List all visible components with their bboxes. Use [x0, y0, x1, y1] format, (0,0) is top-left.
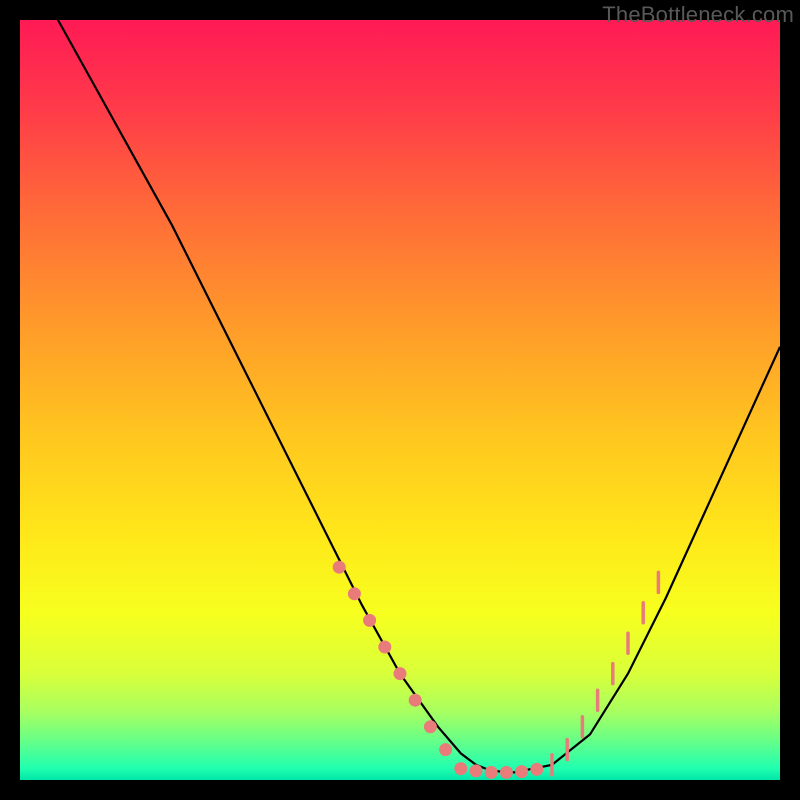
marker-dot: [454, 762, 467, 775]
marker-dot: [530, 763, 543, 776]
chart-frame: [20, 20, 780, 780]
marker-dot: [470, 764, 483, 777]
marker-dot: [409, 694, 422, 707]
watermark-text: TheBottleneck.com: [602, 2, 794, 28]
marker-dot: [515, 765, 528, 778]
gradient-rect: [20, 20, 780, 780]
marker-dot: [485, 766, 498, 779]
chart-svg: [20, 20, 780, 780]
marker-dot: [348, 587, 361, 600]
marker-dot: [424, 720, 437, 733]
marker-dot: [363, 614, 376, 627]
marker-dot: [439, 743, 452, 756]
marker-dot: [394, 667, 407, 680]
marker-dot: [333, 561, 346, 574]
marker-dot: [500, 766, 513, 779]
marker-dot: [378, 641, 391, 654]
